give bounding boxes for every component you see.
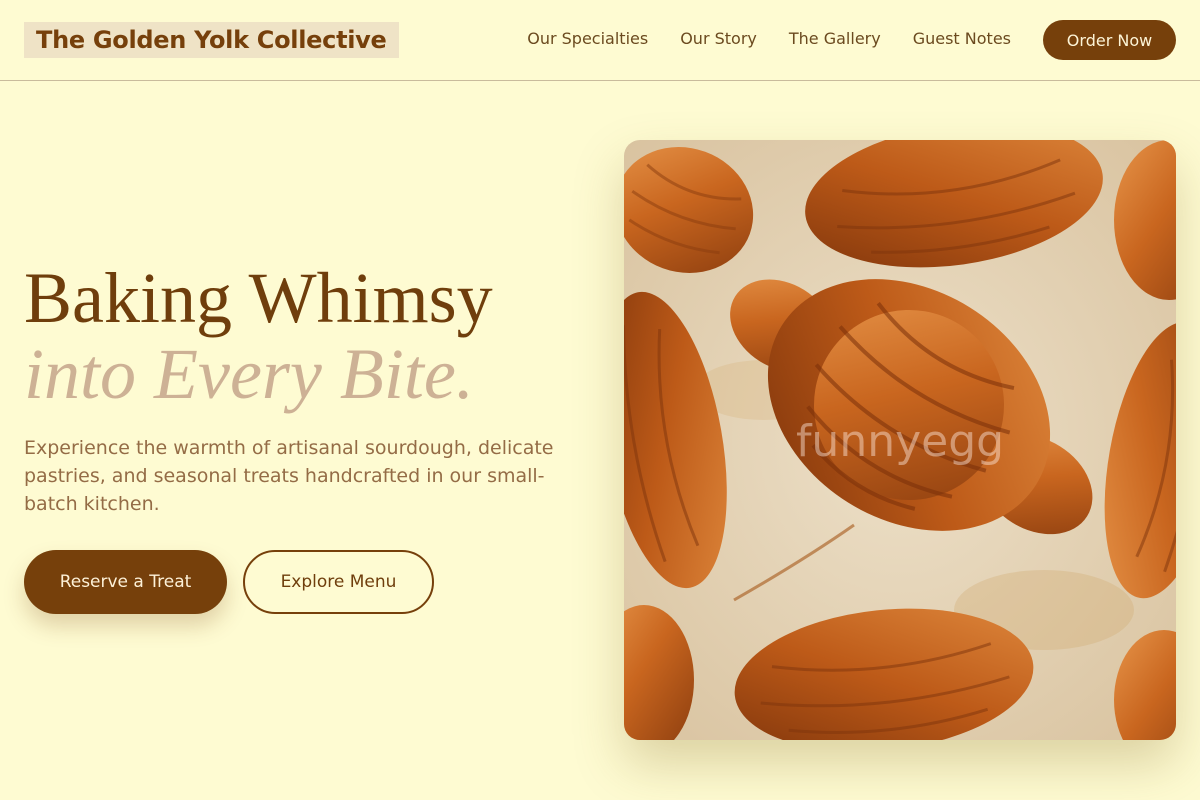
nav-link-story[interactable]: Our Story [680,28,757,50]
hero-headline: Baking Whimsy [24,258,493,338]
main-nav: Our Specialties Our Story The Gallery Gu… [527,28,1011,50]
hero-description: Experience the warmth of artisanal sourd… [24,437,554,515]
nav-link-guest-notes[interactable]: Guest Notes [913,28,1011,50]
hero-headline-emphasis: into Every Bite. [24,334,474,414]
nav-link-gallery[interactable]: The Gallery [789,28,881,50]
reserve-treat-button[interactable]: Reserve a Treat [24,550,227,614]
site-header: The Golden Yolk Collective Our Specialti… [0,0,1200,81]
brand-logo[interactable]: The Golden Yolk Collective [24,22,399,58]
hero-croissant-image: funnyegg [624,140,1176,740]
nav-link-specialties[interactable]: Our Specialties [527,28,648,50]
explore-menu-button[interactable]: Explore Menu [243,550,434,614]
page: The Golden Yolk Collective Our Specialti… [0,0,1200,800]
order-now-button[interactable]: Order Now [1043,20,1176,60]
